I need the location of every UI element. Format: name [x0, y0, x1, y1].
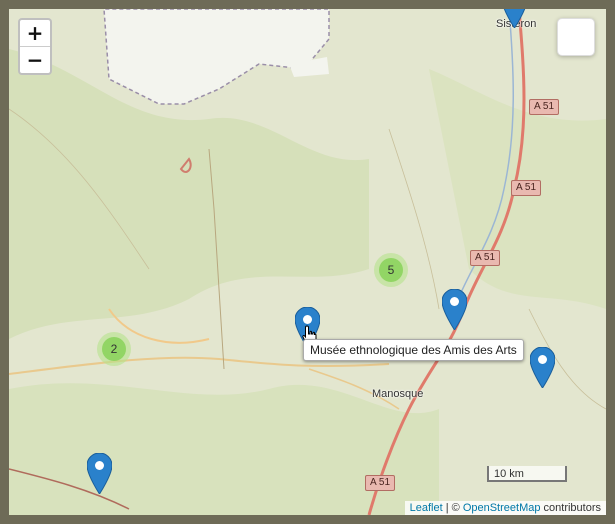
- zoom-out-button[interactable]: −: [20, 46, 50, 73]
- zoom-in-button[interactable]: +: [20, 20, 50, 46]
- marker-cluster[interactable]: 2: [97, 332, 131, 366]
- road-shield-a51: A 51: [470, 250, 501, 266]
- marker-tooltip: Musée ethnologique des Amis des Arts: [303, 339, 524, 361]
- leaflet-link[interactable]: Leaflet: [410, 502, 443, 514]
- road-shield-a51: A 51: [365, 475, 396, 491]
- place-label-manosque: Manosque: [372, 388, 424, 400]
- zoom-control: + −: [18, 18, 52, 75]
- map-marker-icon[interactable]: [442, 289, 467, 330]
- scale-bar: 10 km: [487, 466, 567, 482]
- cluster-count: 2: [102, 337, 126, 361]
- attribution-separator: | ©: [442, 502, 463, 514]
- openstreetmap-link[interactable]: OpenStreetMap: [463, 502, 541, 514]
- road-shield-a51: A 51: [529, 99, 560, 115]
- terrain-background: [9, 9, 606, 515]
- road-shield-a51: A 51: [511, 180, 542, 196]
- marker-cluster[interactable]: 5: [374, 253, 408, 287]
- layer-switcher-button[interactable]: [557, 18, 595, 56]
- attribution-suffix: contributors: [540, 502, 601, 514]
- map-marker-icon[interactable]: [87, 453, 112, 494]
- map-attribution: Leaflet | © OpenStreetMap contributors: [404, 501, 606, 515]
- map-canvas[interactable]: A 51 A 51 A 51 A 51 Sisteron Manosque + …: [9, 9, 606, 515]
- cluster-count: 5: [379, 258, 403, 282]
- map-frame: A 51 A 51 A 51 A 51 Sisteron Manosque + …: [6, 6, 609, 518]
- map-marker-icon[interactable]: [502, 9, 527, 28]
- map-marker-icon[interactable]: [530, 347, 555, 388]
